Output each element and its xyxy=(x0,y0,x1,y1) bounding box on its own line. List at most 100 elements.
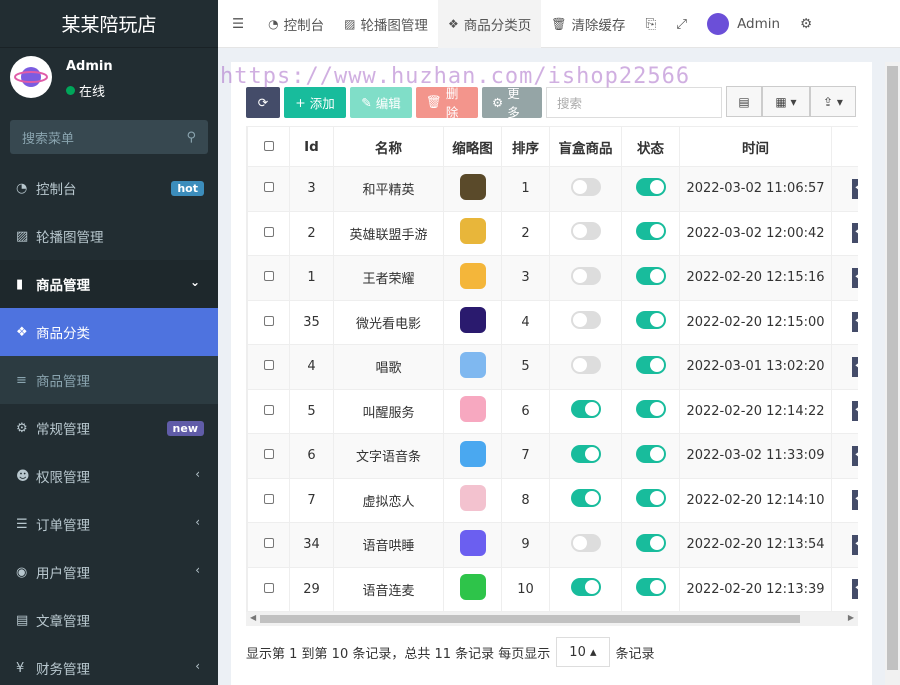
status-toggle[interactable] xyxy=(635,400,666,419)
scrollbar-thumb[interactable] xyxy=(260,615,800,623)
blind-box-toggle[interactable] xyxy=(570,222,601,241)
app-logo[interactable]: 某某陪玩店 xyxy=(0,0,218,48)
drag-sort-button[interactable]: ✥ xyxy=(851,401,858,422)
row-checkbox[interactable] xyxy=(263,538,274,549)
more-button[interactable]: ⚙ 更多 xyxy=(482,86,542,120)
column-header[interactable]: 状态 xyxy=(621,126,680,167)
row-checkbox[interactable] xyxy=(263,182,274,193)
status-toggle[interactable] xyxy=(635,311,666,330)
thumbnail-image[interactable] xyxy=(459,440,486,467)
blind-box-toggle[interactable] xyxy=(570,355,601,374)
fullscreen-button[interactable]: ⤢ xyxy=(666,0,697,48)
row-select-cell[interactable] xyxy=(247,388,290,434)
table-row[interactable]: 3和平精英 1 2022-03-02 11:06:57 ✥ xyxy=(247,166,858,212)
row-checkbox[interactable] xyxy=(263,315,274,326)
sidebar-item-general[interactable]: ⚙ 常规管理 new xyxy=(0,404,218,452)
row-select-cell[interactable] xyxy=(247,255,290,301)
user-menu[interactable]: Admin xyxy=(697,0,790,48)
thumbnail-image[interactable] xyxy=(459,574,486,601)
delete-button[interactable]: 🗑 删除 xyxy=(416,86,478,120)
status-toggle[interactable] xyxy=(635,489,666,508)
table-row[interactable]: 7虚拟恋人 8 2022-02-20 12:14:10 ✥ xyxy=(247,477,858,523)
export-button[interactable]: ⇪ ▾ xyxy=(810,86,856,117)
sidebar-item-finance[interactable]: ¥ 财务管理 ‹ xyxy=(0,644,218,685)
drag-sort-button[interactable]: ✥ xyxy=(851,267,858,288)
drag-sort-button[interactable]: ✥ xyxy=(851,223,858,244)
thumbnail-image[interactable] xyxy=(459,218,486,245)
translate-button[interactable]: ⎘ xyxy=(635,0,666,48)
drag-sort-button[interactable]: ✥ xyxy=(851,579,858,600)
column-header[interactable]: 盲盒商品 xyxy=(549,126,622,167)
status-toggle[interactable] xyxy=(635,266,666,285)
menu-search-input[interactable]: 搜索菜单 ⚲ xyxy=(10,120,208,154)
blind-box-toggle[interactable] xyxy=(570,533,601,552)
drag-sort-button[interactable]: ✥ xyxy=(851,534,858,555)
blind-box-toggle[interactable] xyxy=(570,489,601,508)
drag-sort-button[interactable]: ✥ xyxy=(851,490,858,511)
toggle-view-button[interactable]: ▤ xyxy=(726,86,762,117)
page-size-select[interactable]: 10 ▴ xyxy=(556,637,610,667)
sidebar-item-goods-manage[interactable]: ≡ 商品管理 xyxy=(0,356,218,404)
drag-sort-button[interactable]: ✥ xyxy=(851,445,858,466)
thumbnail-image[interactable] xyxy=(459,529,486,556)
row-select-cell[interactable] xyxy=(247,344,290,390)
drag-sort-button[interactable]: ✥ xyxy=(851,356,858,377)
table-search-input[interactable]: 搜索 xyxy=(546,86,722,118)
sidebar-item-permission[interactable]: ☻ 权限管理 ‹ xyxy=(0,452,218,500)
sidebar-item-goods-category[interactable]: ❖ 商品分类 xyxy=(0,308,218,356)
row-checkbox[interactable] xyxy=(263,404,274,415)
row-select-cell[interactable] xyxy=(247,522,290,568)
sidebar-item-articles[interactable]: ▤ 文章管理 xyxy=(0,596,218,644)
sidebar-item-orders[interactable]: ☰ 订单管理 ‹ xyxy=(0,500,218,548)
table-row[interactable]: 35微光看电影 4 2022-02-20 12:15:00 ✥ xyxy=(247,299,858,345)
blind-box-toggle[interactable] xyxy=(570,266,601,285)
thumbnail-image[interactable] xyxy=(459,485,486,512)
row-select-cell[interactable] xyxy=(247,210,290,256)
row-select-cell[interactable] xyxy=(247,299,290,345)
tab-banner[interactable]: ▨ 轮播图管理 xyxy=(334,0,438,48)
status-toggle[interactable] xyxy=(635,578,666,597)
table-row[interactable]: 34语音哄睡 9 2022-02-20 12:13:54 ✥ xyxy=(247,522,858,568)
row-select-cell[interactable] xyxy=(247,166,290,212)
row-checkbox[interactable] xyxy=(263,582,274,593)
tab-goods-category[interactable]: ❖ 商品分类页 xyxy=(437,0,542,48)
table-row[interactable]: 2英雄联盟手游22022-03-02 12:00:42✥ xyxy=(247,210,858,256)
blind-box-toggle[interactable] xyxy=(570,444,601,463)
status-toggle[interactable] xyxy=(635,533,666,552)
table-row[interactable]: 6文字语音条 7 2022-03-02 11:33:09 ✥ xyxy=(247,433,858,479)
columns-button[interactable]: ▦ ▾ xyxy=(762,86,810,117)
drag-sort-button[interactable]: ✥ xyxy=(851,178,858,199)
scrollbar-thumb[interactable] xyxy=(887,66,898,670)
thumbnail-image[interactable] xyxy=(459,396,486,423)
row-select-cell[interactable] xyxy=(247,566,290,612)
edit-button[interactable]: ✎ 编辑 xyxy=(350,86,412,118)
horizontal-scrollbar[interactable]: ◀ ▶ xyxy=(246,612,858,626)
status-toggle[interactable] xyxy=(635,444,666,463)
status-toggle[interactable] xyxy=(635,222,666,241)
table-row[interactable]: 1王者荣耀 3 2022-02-20 12:15:16 ✥ xyxy=(247,255,858,301)
row-checkbox[interactable] xyxy=(263,449,274,460)
add-button[interactable]: + 添加 xyxy=(284,86,346,118)
row-select-cell[interactable] xyxy=(247,477,290,523)
row-select-cell[interactable] xyxy=(247,433,290,479)
blind-box-toggle[interactable] xyxy=(570,400,601,419)
row-checkbox[interactable] xyxy=(263,226,274,237)
table-row[interactable]: 4唱歌 5 2022-03-01 13:02:20 ✥ xyxy=(247,344,858,390)
thumbnail-image[interactable] xyxy=(459,307,486,334)
select-all-header[interactable] xyxy=(247,126,290,167)
column-header[interactable]: 排序 xyxy=(501,126,550,167)
column-header[interactable]: 时间 xyxy=(679,126,832,167)
drag-sort-button[interactable]: ✥ xyxy=(851,312,858,333)
blind-box-toggle[interactable] xyxy=(570,177,601,196)
blind-box-toggle[interactable] xyxy=(570,578,601,597)
sidebar-item-goods-group[interactable]: ▮ 商品管理 ⌄ xyxy=(0,260,218,308)
column-header[interactable]: 缩略图 xyxy=(443,126,502,167)
column-header[interactable]: 名称 xyxy=(333,126,444,167)
status-toggle[interactable] xyxy=(635,177,666,196)
thumbnail-image[interactable] xyxy=(459,262,486,289)
refresh-button[interactable]: ⟳ xyxy=(246,86,280,118)
sidebar-toggle-button[interactable]: ☰ xyxy=(218,0,258,48)
clear-cache-button[interactable]: 🗑 清除缓存 xyxy=(541,0,635,48)
vertical-scrollbar[interactable] xyxy=(885,62,900,685)
row-checkbox[interactable] xyxy=(263,493,274,504)
